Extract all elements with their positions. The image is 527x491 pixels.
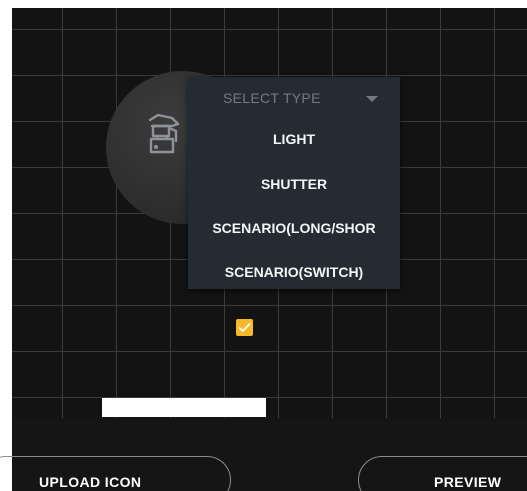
preview-button[interactable]: PREVIEW bbox=[358, 456, 527, 491]
option-scenario-long-short[interactable]: SCENARIO(LONG/SHOR bbox=[188, 208, 400, 248]
name-input[interactable] bbox=[102, 398, 266, 417]
chevron-down-icon[interactable] bbox=[366, 96, 378, 102]
preview-button-label: PREVIEW bbox=[434, 474, 502, 490]
upload-icon-button[interactable]: UPLOAD ICON bbox=[0, 456, 231, 491]
device-icon bbox=[148, 113, 180, 154]
screen: SELECT TYPE LIGHT SHUTTER SCENARIO(LONG/… bbox=[0, 0, 527, 491]
checkbox[interactable] bbox=[236, 319, 253, 336]
option-shutter[interactable]: SHUTTER bbox=[188, 164, 400, 204]
check-icon bbox=[238, 323, 251, 332]
type-select-dropdown[interactable]: SELECT TYPE LIGHT SHUTTER SCENARIO(LONG/… bbox=[188, 77, 400, 289]
upload-icon-button-label: UPLOAD ICON bbox=[39, 474, 142, 490]
type-select-header[interactable]: SELECT TYPE bbox=[188, 77, 400, 119]
option-light[interactable]: LIGHT bbox=[188, 119, 400, 159]
editor-panel: SELECT TYPE LIGHT SHUTTER SCENARIO(LONG/… bbox=[0, 8, 527, 491]
type-select-placeholder: SELECT TYPE bbox=[223, 90, 321, 106]
option-scenario-switch[interactable]: SCENARIO(SWITCH) bbox=[188, 252, 400, 292]
